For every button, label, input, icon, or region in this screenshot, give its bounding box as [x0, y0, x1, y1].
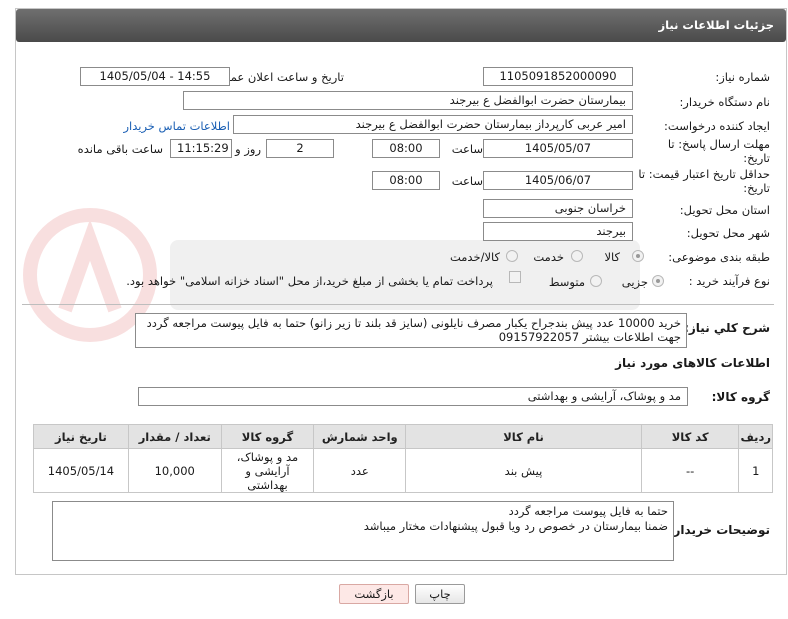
category-radio-goods[interactable]	[632, 250, 644, 262]
price-date-field: 1405/06/07	[483, 171, 633, 190]
process-label: نوع فرآیند خرید :	[688, 274, 770, 288]
col-name: نام کالا	[405, 424, 642, 449]
category-option-service: خدمت	[533, 250, 564, 264]
goods-group-field: مد و پوشاک، آرایشی و بهداشتی	[138, 387, 688, 406]
col-qty: تعداد / مقدار	[127, 424, 222, 449]
goods-group-label: گروه کالا:	[711, 390, 770, 404]
payment-note: پرداخت تمام یا بخشی از مبلغ خرید،از محل …	[126, 274, 493, 288]
cell-group: مد و پوشاک، آرایشی و بهداشتی	[220, 448, 315, 493]
price-time-field: 08:00	[372, 171, 440, 190]
cell-date: 1405/05/14	[33, 448, 129, 493]
province-field: خراسان جنوبی	[483, 199, 633, 218]
col-row: ردیف	[738, 424, 773, 449]
reply-deadline-label: مهلت ارسال پاسخ: تا تاریخ:	[667, 137, 770, 165]
category-radio-both[interactable]	[506, 250, 518, 262]
category-option-goods: کالا	[604, 250, 620, 264]
buyer-org-label: نام دستگاه خریدار:	[679, 95, 770, 109]
page-title: جزئیات اطلاعات نیاز	[658, 18, 774, 32]
category-radio-service[interactable]	[571, 250, 583, 262]
remaining-time-field: 11:15:29	[170, 139, 232, 158]
col-code: کد کالا	[640, 424, 740, 449]
divider	[22, 304, 774, 305]
province-label: استان محل تحویل:	[679, 203, 770, 217]
col-date: تاریخ نیاز	[33, 424, 129, 449]
table-header-row: ردیف کد کالا نام کالا واحد شمارش گروه کا…	[33, 424, 773, 449]
category-option-both: کالا/خدمت	[449, 250, 500, 264]
items-table: ردیف کد کالا نام کالا واحد شمارش گروه کا…	[33, 424, 773, 493]
treasury-checkbox[interactable]	[509, 271, 521, 283]
summary-text: خرید 10000 عدد پیش بندجراح یکبار مصرف نا…	[146, 316, 681, 344]
reply-time-label: ساعت	[451, 142, 483, 156]
announce-field: 1405/05/04 - 14:55	[80, 67, 230, 86]
col-group: گروه کالا	[220, 424, 315, 449]
cell-row: 1	[738, 448, 773, 493]
buyer-notes-label: توضیحات خریدار:	[668, 523, 770, 537]
creator-field: امیر عربی کارپرداز بیمارستان حضرت ابوالف…	[233, 115, 633, 134]
category-label: طبقه بندی موضوعی:	[668, 250, 770, 264]
need-number-field: 1105091852000090	[483, 67, 633, 86]
cell-qty: 10,000	[127, 448, 222, 493]
process-radio-minor[interactable]	[652, 275, 664, 287]
city-field: بیرجند	[483, 222, 633, 241]
buyer-notes-line2: ضمنا بیمارستان در خصوص رد ویا قبول پیشنه…	[363, 519, 668, 533]
remaining-label: ساعت باقی مانده	[77, 142, 163, 156]
summary-textarea[interactable]: خرید 10000 عدد پیش بندجراح یکبار مصرف نا…	[135, 313, 687, 348]
creator-label: ایجاد کننده درخواست:	[664, 119, 770, 133]
print-button[interactable]: چاپ	[415, 584, 465, 604]
goods-section-title: اطلاعات کالاهای مورد نیاز	[615, 356, 770, 370]
buyer-notes-textarea[interactable]: حتما به فایل پیوست مراجعه گردد ضمنا بیما…	[52, 501, 674, 561]
days-label: روز و	[235, 142, 261, 156]
header-bar: جزئیات اطلاعات نیاز	[16, 9, 786, 42]
process-option-minor: جزیی	[621, 275, 648, 289]
cell-code: --	[640, 448, 740, 493]
days-field: 2	[266, 139, 334, 158]
buyer-notes-line1: حتما به فایل پیوست مراجعه گردد	[508, 504, 668, 518]
process-radio-medium[interactable]	[590, 275, 602, 287]
reply-date-field: 1405/05/07	[483, 139, 633, 158]
summary-label: شرح کلي نياز:	[684, 321, 770, 335]
price-validity-label: حداقل تاریخ اعتبار قیمت: تا تاریخ:	[638, 167, 770, 195]
col-unit: واحد شمارش	[313, 424, 407, 449]
reply-time-field: 08:00	[372, 139, 440, 158]
need-number-label: شماره نیاز:	[715, 70, 770, 84]
back-button[interactable]: بازگشت	[339, 584, 409, 604]
buyer-org-field: بیمارستان حضرت ابوالفضل ع بیرجند	[183, 91, 633, 110]
cell-name: پیش بند	[405, 448, 642, 493]
table-row: 1 -- پیش بند عدد مد و پوشاک، آرایشی و به…	[33, 448, 773, 493]
price-time-label: ساعت	[451, 174, 483, 188]
cell-unit: عدد	[313, 448, 407, 493]
city-label: شهر محل تحویل:	[686, 226, 770, 240]
contact-link[interactable]: اطلاعات تماس خریدار	[123, 119, 230, 133]
process-option-medium: متوسط	[548, 275, 585, 289]
